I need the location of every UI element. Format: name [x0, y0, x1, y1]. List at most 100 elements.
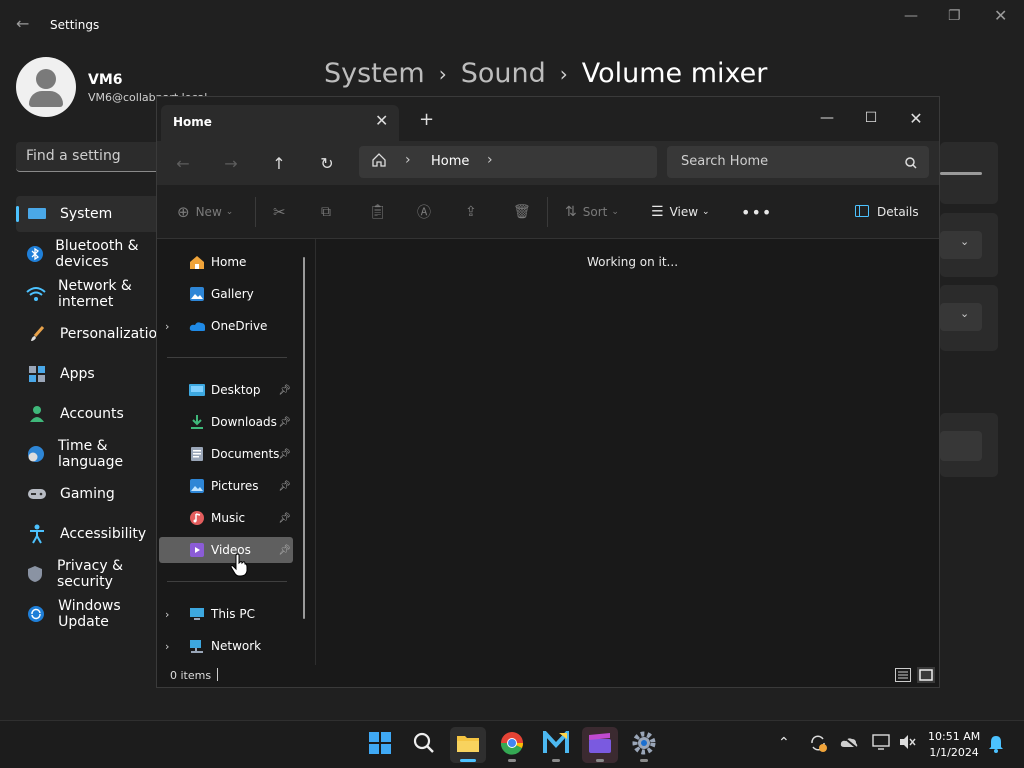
- delete-icon[interactable]: 🗑︎: [513, 199, 531, 225]
- apps-icon: [26, 363, 48, 385]
- notification-bell-icon[interactable]: [988, 735, 1004, 757]
- sidebar-scrollbar[interactable]: [303, 257, 305, 619]
- sidebar-item-gallery[interactable]: Gallery: [159, 281, 293, 307]
- chevron-down-icon[interactable]: ⌄: [960, 235, 969, 248]
- more-options-icon[interactable]: •••: [741, 199, 772, 225]
- taskbar-app-m[interactable]: [538, 727, 574, 763]
- nav-item-system[interactable]: System: [16, 196, 166, 232]
- breadcrumb-sound[interactable]: Sound: [461, 58, 546, 89]
- sidebar-item-pictures[interactable]: Pictures 📌︎: [159, 473, 293, 499]
- clock[interactable]: 10:51 AM 1/1/2024: [928, 729, 980, 761]
- taskbar-clipchamp[interactable]: [582, 727, 618, 763]
- pin-icon[interactable]: 📌︎: [278, 449, 291, 460]
- sidebar-item-documents[interactable]: Documents 📌︎: [159, 441, 293, 467]
- refresh-icon[interactable]: ↻: [311, 149, 343, 177]
- pin-icon[interactable]: 📌︎: [278, 417, 291, 428]
- update-icon: [26, 603, 46, 625]
- restore-icon[interactable]: ❐: [948, 8, 961, 24]
- share-icon[interactable]: ⇪: [465, 199, 477, 225]
- display-icon[interactable]: [872, 734, 890, 754]
- sidebar-item-music[interactable]: Music 📌︎: [159, 505, 293, 531]
- settings-card: [940, 142, 998, 204]
- nav-item-accounts[interactable]: Accounts: [16, 396, 166, 432]
- forward-icon[interactable]: →: [215, 149, 247, 177]
- large-icons-view-icon[interactable]: [917, 667, 935, 683]
- home-icon[interactable]: [371, 152, 387, 172]
- pin-icon[interactable]: 📌︎: [278, 385, 291, 396]
- copy-icon[interactable]: ⧉: [321, 199, 331, 225]
- chevron-right-icon[interactable]: ›: [165, 320, 179, 333]
- content-area[interactable]: Working on it...: [316, 239, 939, 665]
- chevron-down-icon[interactable]: ⌄: [960, 307, 969, 320]
- cloud-offline-icon[interactable]: [840, 734, 860, 754]
- nav-item-bluetooth[interactable]: Bluetooth & devices: [16, 236, 166, 272]
- videos-folder-icon: [189, 542, 205, 558]
- sync-icon[interactable]: [808, 733, 828, 757]
- network-icon: [189, 638, 205, 654]
- sidebar-item-downloads[interactable]: Downloads 📌︎: [159, 409, 293, 435]
- avatar[interactable]: [16, 57, 76, 117]
- gamepad-icon: [26, 483, 48, 505]
- tab-home[interactable]: Home ✕: [161, 105, 399, 141]
- view-button[interactable]: ☰ View ⌄: [651, 199, 710, 225]
- taskbar-chrome[interactable]: [494, 727, 530, 763]
- close-icon[interactable]: ✕: [894, 103, 938, 133]
- chevron-right-icon[interactable]: ›: [165, 608, 179, 621]
- pin-icon[interactable]: 📌︎: [278, 481, 291, 492]
- nav-item-windows-update[interactable]: Windows Update: [16, 596, 166, 632]
- maximize-icon[interactable]: ☐: [849, 103, 893, 133]
- settings-title: Settings: [50, 18, 100, 32]
- breadcrumb-volume-mixer: Volume mixer: [581, 58, 768, 89]
- gear-icon: [632, 731, 656, 759]
- address-row: ← → ↑ ↻ › Home › Search Home: [157, 141, 939, 185]
- up-icon[interactable]: ↑: [263, 149, 295, 177]
- start-button[interactable]: [362, 727, 398, 763]
- rename-icon[interactable]: Ⓐ: [417, 199, 431, 225]
- sidebar-item-desktop[interactable]: Desktop 📌︎: [159, 377, 293, 403]
- nav-item-gaming[interactable]: Gaming: [16, 476, 166, 512]
- sidebar-item-videos[interactable]: Videos 📌︎: [159, 537, 293, 563]
- clock-date: 1/1/2024: [929, 746, 979, 759]
- windows-logo-icon: [369, 732, 391, 758]
- back-arrow-icon[interactable]: ←: [16, 14, 29, 33]
- search-button[interactable]: [406, 727, 442, 763]
- details-view-icon[interactable]: [895, 668, 911, 685]
- nav-item-network[interactable]: Network & internet: [16, 276, 166, 312]
- paste-icon[interactable]: 📋︎: [369, 199, 387, 225]
- minimize-icon[interactable]: —: [904, 8, 918, 24]
- new-button[interactable]: ⊕ New ⌄: [177, 199, 233, 225]
- volume-muted-icon[interactable]: [898, 734, 916, 754]
- nav-item-personalization[interactable]: Personalization: [16, 316, 166, 352]
- user-name: VM6: [88, 72, 123, 88]
- sidebar-item-home[interactable]: Home: [159, 249, 293, 275]
- sidebar-item-onedrive[interactable]: › OneDrive: [159, 313, 293, 339]
- taskbar-file-explorer[interactable]: [450, 727, 486, 763]
- search-input[interactable]: Search Home: [667, 146, 929, 178]
- nav-item-accessibility[interactable]: Accessibility: [16, 516, 166, 552]
- app-m-icon: [543, 727, 569, 759]
- minimize-icon[interactable]: —: [805, 103, 849, 133]
- details-button[interactable]: Details: [855, 199, 919, 225]
- accessibility-icon: [26, 523, 48, 545]
- nav-item-privacy[interactable]: Privacy & security: [16, 556, 166, 592]
- find-setting-input[interactable]: Find a setting: [16, 142, 166, 172]
- close-tab-icon[interactable]: ✕: [375, 111, 388, 130]
- chevron-up-icon[interactable]: ⌃: [778, 735, 790, 751]
- address-home[interactable]: Home: [431, 154, 469, 169]
- sidebar-item-this-pc[interactable]: › This PC: [159, 601, 293, 627]
- address-bar[interactable]: › Home ›: [359, 146, 657, 178]
- chevron-right-icon[interactable]: ›: [165, 640, 179, 653]
- sidebar-item-network[interactable]: › Network: [159, 633, 293, 659]
- back-icon[interactable]: ←: [167, 149, 199, 177]
- breadcrumb-system[interactable]: System: [324, 58, 425, 89]
- new-tab-icon[interactable]: +: [419, 109, 434, 130]
- cut-icon[interactable]: ✂: [273, 199, 286, 225]
- chevron-right-icon[interactable]: ›: [487, 152, 493, 168]
- pin-icon[interactable]: 📌︎: [278, 545, 291, 556]
- pin-icon[interactable]: 📌︎: [278, 513, 291, 524]
- nav-item-apps[interactable]: Apps: [16, 356, 166, 392]
- taskbar-settings[interactable]: [626, 727, 662, 763]
- sort-button[interactable]: ⇅ Sort ⌄: [565, 199, 619, 225]
- close-icon[interactable]: ✕: [994, 6, 1007, 25]
- nav-item-time-language[interactable]: Time & language: [16, 436, 166, 472]
